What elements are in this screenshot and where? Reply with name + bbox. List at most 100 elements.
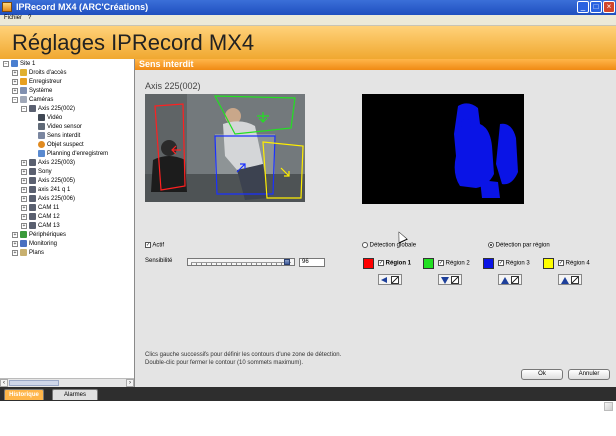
title-bar: IPRecord MX4 (ARC'Créations) _ □ × <box>0 0 616 15</box>
camera-icon <box>29 105 36 112</box>
expand-icon[interactable]: + <box>21 177 27 184</box>
tree-item-video-sensor[interactable]: Video sensor <box>38 123 82 132</box>
tree-item-plans[interactable]: + Plans <box>12 249 44 258</box>
expand-icon[interactable]: + <box>21 195 27 202</box>
collapse-icon[interactable]: − <box>12 96 18 103</box>
tree-item-cameras[interactable]: − Caméras <box>12 96 53 105</box>
sensitivity-slider[interactable] <box>187 258 295 266</box>
expand-icon[interactable]: + <box>21 213 27 220</box>
region-1-color-swatch[interactable] <box>363 258 374 269</box>
collapse-icon[interactable]: − <box>21 105 27 112</box>
tree-item-axis-005[interactable]: + Axis 225(005) <box>21 177 75 186</box>
tree-item-planning[interactable]: Planning d'enregistrem <box>38 150 108 159</box>
tree-item-axis-006[interactable]: + Axis 225(006) <box>21 195 75 204</box>
region-2-direction-button[interactable] <box>438 274 462 285</box>
calendar-icon <box>38 150 45 157</box>
region-4-color-swatch[interactable] <box>543 258 554 269</box>
ok-button[interactable]: Ok <box>521 369 563 380</box>
camera-icon <box>29 177 36 184</box>
tree-item-monitoring[interactable]: + Monitoring <box>12 240 57 249</box>
expand-icon[interactable]: + <box>12 69 18 76</box>
direction-box-icon <box>451 276 459 284</box>
direction-box-icon <box>571 276 579 284</box>
expand-icon[interactable]: + <box>21 168 27 175</box>
checkbox-checked-icon[interactable]: ✓ <box>558 260 564 266</box>
radio-selected-icon[interactable] <box>488 242 494 248</box>
sensitivity-value-input[interactable]: 96 <box>299 258 325 267</box>
header-banner: Réglages IPRecord MX4 <box>0 26 616 60</box>
scroll-left-icon[interactable]: ‹ <box>0 379 8 387</box>
region-detection-radio[interactable]: Détection par région <box>488 242 550 249</box>
tree-item-objet-suspect[interactable]: Objet suspect <box>38 141 84 150</box>
tree-item-enregistreur[interactable]: + Enregistreur <box>12 78 62 87</box>
tree-item-cam-13[interactable]: + CAM 13 <box>21 222 60 231</box>
region-1-checkbox[interactable]: ✓ Région 1 <box>378 260 411 267</box>
region-1-direction-button[interactable] <box>378 274 402 285</box>
actif-checkbox[interactable]: ✓ Actif <box>145 242 164 249</box>
checkbox-checked-icon[interactable]: ✓ <box>378 260 384 266</box>
tree-item-site[interactable]: − Site 1 <box>3 60 35 69</box>
region-3-color-swatch[interactable] <box>483 258 494 269</box>
minimize-button[interactable]: _ <box>577 1 589 13</box>
global-detection-radio[interactable]: Détection globale <box>362 242 416 249</box>
tree-item-cam-12[interactable]: + CAM 12 <box>21 213 60 222</box>
scroll-right-icon[interactable]: › <box>126 379 134 387</box>
tree-item-axis-002[interactable]: − Axis 225(002) <box>21 105 75 114</box>
expand-icon[interactable]: + <box>21 159 27 166</box>
detection-mask-view <box>362 94 524 204</box>
camera-icon <box>29 186 36 193</box>
tree-item-sens-interdit[interactable]: Sens interdit <box>38 132 80 141</box>
expand-icon[interactable]: + <box>12 249 18 256</box>
tree-item-sony[interactable]: + Sony <box>21 168 52 177</box>
camera-icon <box>29 204 36 211</box>
region-4-checkbox[interactable]: ✓ Région 4 <box>558 260 590 267</box>
expand-icon[interactable]: + <box>12 87 18 94</box>
menu-help[interactable]: ? <box>28 15 31 21</box>
expand-icon[interactable]: + <box>12 78 18 85</box>
tree-item-droits[interactable]: + Droits d'accès <box>12 69 67 78</box>
expand-icon[interactable]: + <box>21 222 27 229</box>
arrow-up-icon <box>561 277 569 284</box>
expand-icon[interactable]: + <box>12 240 18 247</box>
menu-fichier[interactable]: Fichier <box>4 15 22 21</box>
arrow-left-icon <box>381 277 387 283</box>
tree-item-systeme[interactable]: + Système <box>12 87 52 96</box>
checkbox-checked-icon[interactable]: ✓ <box>145 242 151 248</box>
expand-icon[interactable]: + <box>21 186 27 193</box>
camera-name-label: Axis 225(002) <box>145 81 201 91</box>
radio-unselected-icon[interactable] <box>362 242 368 248</box>
expand-icon[interactable]: + <box>21 204 27 211</box>
resize-grip-icon[interactable] <box>604 402 613 411</box>
region-3-checkbox[interactable]: ✓ Région 3 <box>498 260 530 267</box>
tree-horizontal-scrollbar[interactable]: ‹ › <box>0 378 134 387</box>
video-preview[interactable] <box>145 94 305 202</box>
checkbox-checked-icon[interactable]: ✓ <box>438 260 444 266</box>
close-button[interactable]: × <box>603 1 615 13</box>
cancel-button[interactable]: Annuler <box>568 369 610 380</box>
hint-line-1: Clics gauche successifs pour définir les… <box>145 352 342 358</box>
tree-item-axis-241[interactable]: + axis 241 q 1 <box>21 186 70 195</box>
tree-item-cam-11[interactable]: + CAM 11 <box>21 204 59 213</box>
region-2-checkbox[interactable]: ✓ Région 2 <box>438 260 470 267</box>
tree-item-video[interactable]: Vidéo <box>38 114 62 123</box>
tab-alarmes[interactable]: Alarmes <box>52 389 98 400</box>
direction-box-icon <box>511 276 519 284</box>
direction-box-icon <box>391 276 399 284</box>
camera-icon <box>29 159 36 166</box>
checkbox-checked-icon[interactable]: ✓ <box>498 260 504 266</box>
window-title: IPRecord MX4 (ARC'Créations) <box>16 2 149 12</box>
region-4-direction-button[interactable] <box>558 274 582 285</box>
tab-historique[interactable]: Historique <box>4 389 44 400</box>
collapse-icon[interactable]: − <box>3 60 9 67</box>
arrow-up-icon <box>501 277 509 284</box>
scroll-thumb[interactable] <box>9 380 59 386</box>
expand-icon[interactable]: + <box>12 231 18 238</box>
slider-thumb[interactable] <box>284 259 290 265</box>
section-title: Sens interdit <box>139 59 194 69</box>
tree-item-axis-003[interactable]: + Axis 225(003) <box>21 159 75 168</box>
region-2-color-swatch[interactable] <box>423 258 434 269</box>
maximize-button[interactable]: □ <box>590 1 602 13</box>
region-3-direction-button[interactable] <box>498 274 522 285</box>
hint-line-2: Double-clic pour fermer le contour (10 s… <box>145 360 304 366</box>
tree-item-peripheriques[interactable]: + Périphériques <box>12 231 66 240</box>
